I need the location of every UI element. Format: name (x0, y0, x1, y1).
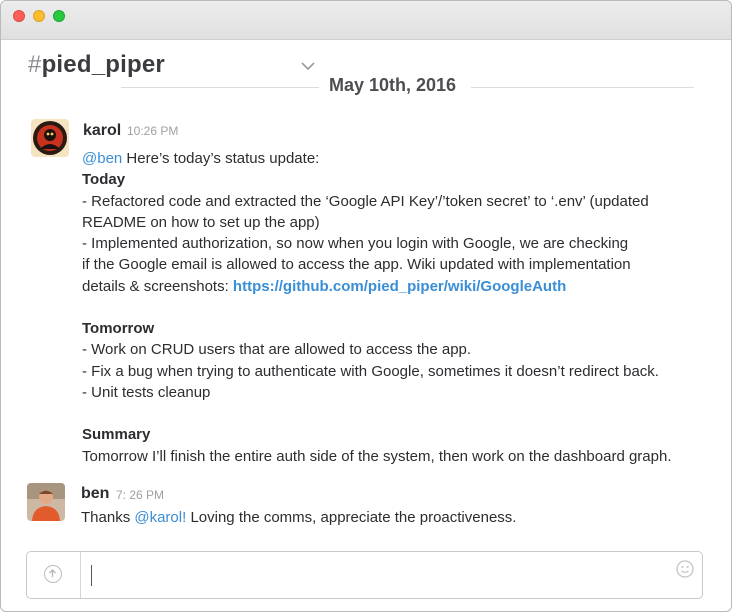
upload-button[interactable] (27, 552, 81, 598)
message-line: - Work on CRUD users that are allowed to… (82, 341, 472, 359)
date-divider-label: May 10th, 2016 (329, 75, 457, 95)
message-timestamp[interactable]: 7: 26 PM (116, 488, 164, 502)
divider-line-left (121, 87, 319, 88)
app-window: #pied_piper May 10th, 2016 karol 10:26 P… (0, 0, 732, 612)
section-heading-tomorrow: Tomorrow (82, 320, 155, 338)
message-line: @ben Here’s today’s status update: (82, 148, 671, 169)
message-timestamp[interactable]: 10:26 PM (127, 124, 178, 138)
close-window-button[interactable] (13, 10, 25, 22)
divider-line-right (471, 87, 694, 88)
message-composer (26, 551, 703, 599)
sender-name[interactable]: karol (83, 122, 121, 140)
message-text: Loving the comms, appreciate the proacti… (186, 509, 517, 526)
avatar[interactable] (31, 119, 69, 157)
message-line: - Implemented authorization, so now when… (82, 235, 629, 253)
message-line: - Refactored code and extracted the ‘Goo… (82, 192, 649, 210)
title-bar (1, 1, 731, 40)
message-line: Thanks @karol! Loving the comms, appreci… (81, 507, 516, 528)
message-text: Thanks (81, 509, 135, 526)
message-line: README on how to set up the app) (82, 213, 320, 231)
message-input[interactable] (93, 564, 653, 586)
message-line: if the Google email is allowed to access… (82, 256, 631, 274)
message-line: details & screenshots: https://github.co… (82, 276, 671, 297)
message-line: - Fix a bug when trying to authenticate … (82, 362, 659, 380)
message-body: Thanks @karol! Loving the comms, appreci… (81, 507, 516, 528)
user-mention[interactable]: @ben (82, 150, 122, 167)
minimize-window-button[interactable] (33, 10, 45, 22)
sender-name[interactable]: ben (81, 485, 109, 503)
avatar[interactable] (27, 483, 65, 521)
zoom-window-button[interactable] (53, 10, 65, 22)
upload-arrow-icon (44, 565, 62, 583)
text-caret (91, 565, 92, 586)
date-divider: May 10th, 2016 (1, 73, 731, 101)
message-text: Here’s today’s status update: (122, 150, 320, 167)
section-heading-today: Today (82, 171, 126, 189)
message-line: - Unit tests cleanup (82, 383, 211, 401)
section-heading-summary: Summary (82, 426, 151, 444)
message-body: @ben Here’s today’s status update: Today… (82, 148, 671, 467)
message-text: details & screenshots: (82, 277, 233, 295)
message-line: Tomorrow I’ll finish the entire auth sid… (82, 447, 672, 465)
emoji-icon[interactable] (676, 560, 694, 578)
user-mention[interactable]: @karol! (134, 509, 186, 526)
wiki-link[interactable]: https://github.com/pied_piper/wiki/Googl… (233, 278, 566, 295)
